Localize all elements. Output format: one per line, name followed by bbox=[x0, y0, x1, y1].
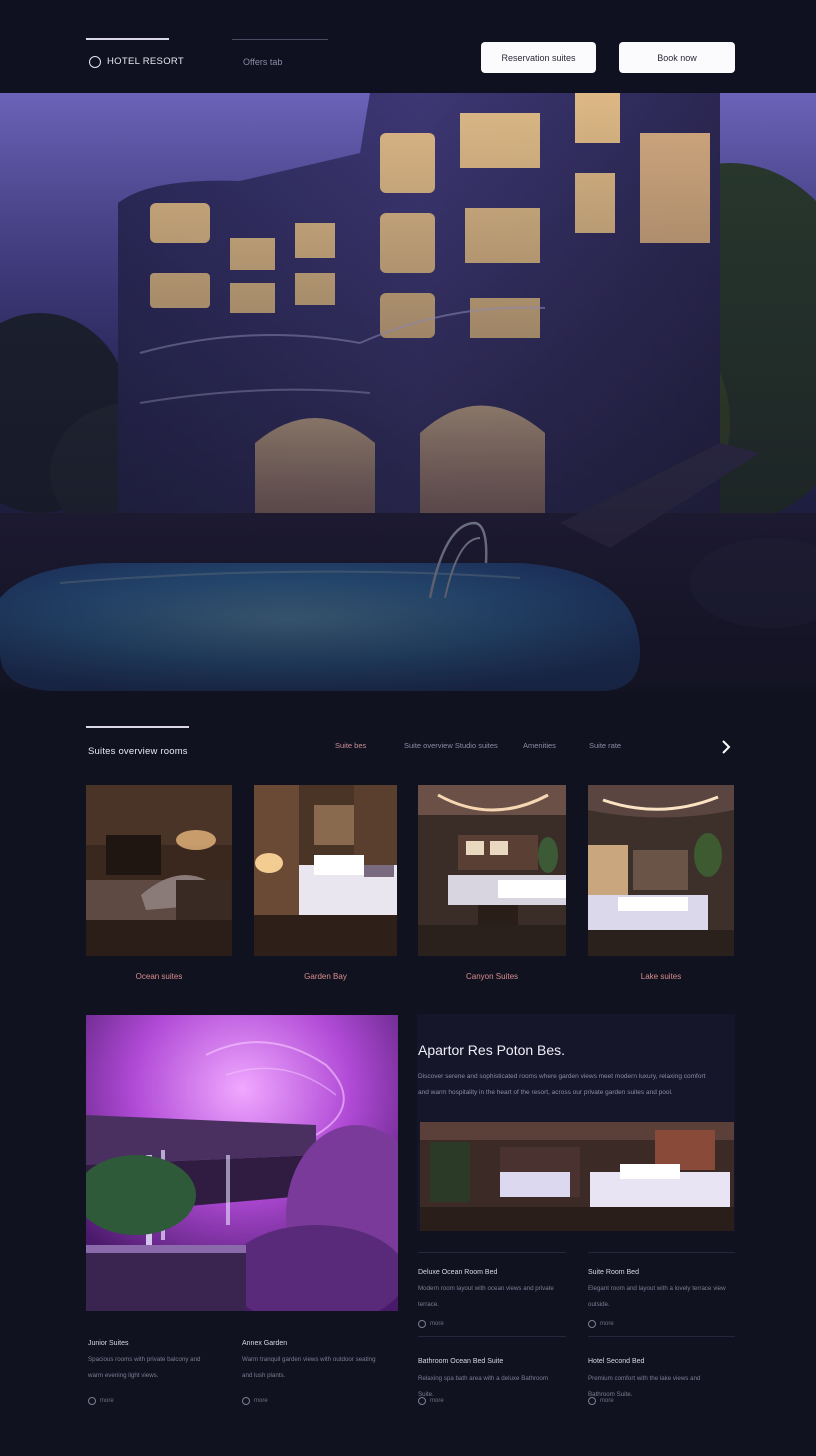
header: HOTEL RESORT Offers tab Reservation suit… bbox=[0, 0, 816, 93]
meta-label: more bbox=[254, 1398, 268, 1404]
nav-link-offers[interactable]: Offers tab bbox=[243, 57, 282, 67]
clock-icon bbox=[588, 1320, 596, 1328]
meta-label: more bbox=[430, 1398, 444, 1404]
filter-tab-4[interactable]: Suite rate bbox=[589, 741, 621, 750]
meta-label: more bbox=[600, 1321, 614, 1327]
logo-circle-icon bbox=[89, 56, 101, 68]
meta-label: more bbox=[600, 1398, 614, 1404]
info-title-1[interactable]: Junior Suites bbox=[88, 1340, 128, 1347]
header-divider-line bbox=[232, 39, 328, 40]
info-title-4[interactable]: Suite Room Bed bbox=[588, 1269, 639, 1276]
divider bbox=[588, 1252, 735, 1253]
info-title-5[interactable]: Bathroom Ocean Bed Suite bbox=[418, 1358, 503, 1365]
room-card-3-label[interactable]: Canyon Suites bbox=[418, 972, 566, 981]
info-meta-4[interactable]: more bbox=[588, 1320, 614, 1328]
info-text-3: Modern room layout with ocean views and … bbox=[418, 1285, 554, 1308]
divider bbox=[418, 1336, 566, 1337]
info-text-2: Warm tranquil garden views with outdoor … bbox=[242, 1356, 376, 1379]
section-title: Suites overview rooms bbox=[88, 746, 188, 757]
info-title-2[interactable]: Annex Garden bbox=[242, 1340, 287, 1347]
clock-icon bbox=[88, 1397, 96, 1405]
clock-icon bbox=[418, 1397, 426, 1405]
meta-label: more bbox=[100, 1398, 114, 1404]
room-card-2-image[interactable] bbox=[254, 785, 397, 956]
header-accent-line bbox=[86, 38, 169, 40]
reservation-button[interactable]: Reservation suites bbox=[481, 42, 596, 73]
room-card-1-label[interactable]: Ocean suites bbox=[86, 972, 232, 981]
feature-room-image bbox=[420, 1122, 734, 1231]
room-card-4-label[interactable]: Lake suites bbox=[588, 972, 734, 981]
section-accent-line bbox=[86, 726, 189, 728]
meta-label: more bbox=[430, 1321, 444, 1327]
room-card-4-image[interactable] bbox=[588, 785, 734, 956]
info-title-3[interactable]: Deluxe Ocean Room Bed bbox=[418, 1269, 497, 1276]
info-text-1: Spacious rooms with private balcony and … bbox=[88, 1356, 201, 1379]
room-card-1-image[interactable] bbox=[86, 785, 232, 956]
feature-description: Discover serene and sophisticated rooms … bbox=[418, 1073, 706, 1096]
divider bbox=[588, 1336, 735, 1337]
room-card-2-label[interactable]: Garden Bay bbox=[254, 972, 397, 981]
garden-waterfall-image bbox=[86, 1015, 398, 1311]
room-card-3-image[interactable] bbox=[418, 785, 566, 956]
clock-icon bbox=[588, 1397, 596, 1405]
info-title-6[interactable]: Hotel Second Bed bbox=[588, 1358, 644, 1365]
info-meta-3[interactable]: more bbox=[418, 1320, 444, 1328]
book-now-button[interactable]: Book now bbox=[619, 42, 735, 73]
filter-tab-3[interactable]: Amenities bbox=[523, 741, 556, 750]
clock-icon bbox=[418, 1320, 426, 1328]
hero-image bbox=[0, 93, 816, 691]
info-meta-5[interactable]: more bbox=[418, 1397, 444, 1405]
clock-icon bbox=[242, 1397, 250, 1405]
filter-tab-1[interactable]: Suite bes bbox=[335, 741, 366, 750]
chevron-right-icon[interactable] bbox=[718, 739, 734, 755]
feature-title: Apartor Res Poton Bes. bbox=[418, 1042, 566, 1058]
filter-tab-2[interactable]: Suite overview Studio suites bbox=[404, 741, 498, 750]
divider bbox=[418, 1252, 566, 1253]
info-meta-6[interactable]: more bbox=[588, 1397, 614, 1405]
info-meta-1[interactable]: more bbox=[88, 1397, 114, 1405]
logo-text[interactable]: HOTEL RESORT bbox=[107, 56, 184, 67]
info-text-4: Elegant room and layout with a lovely te… bbox=[588, 1285, 726, 1308]
info-meta-2[interactable]: more bbox=[242, 1397, 268, 1405]
